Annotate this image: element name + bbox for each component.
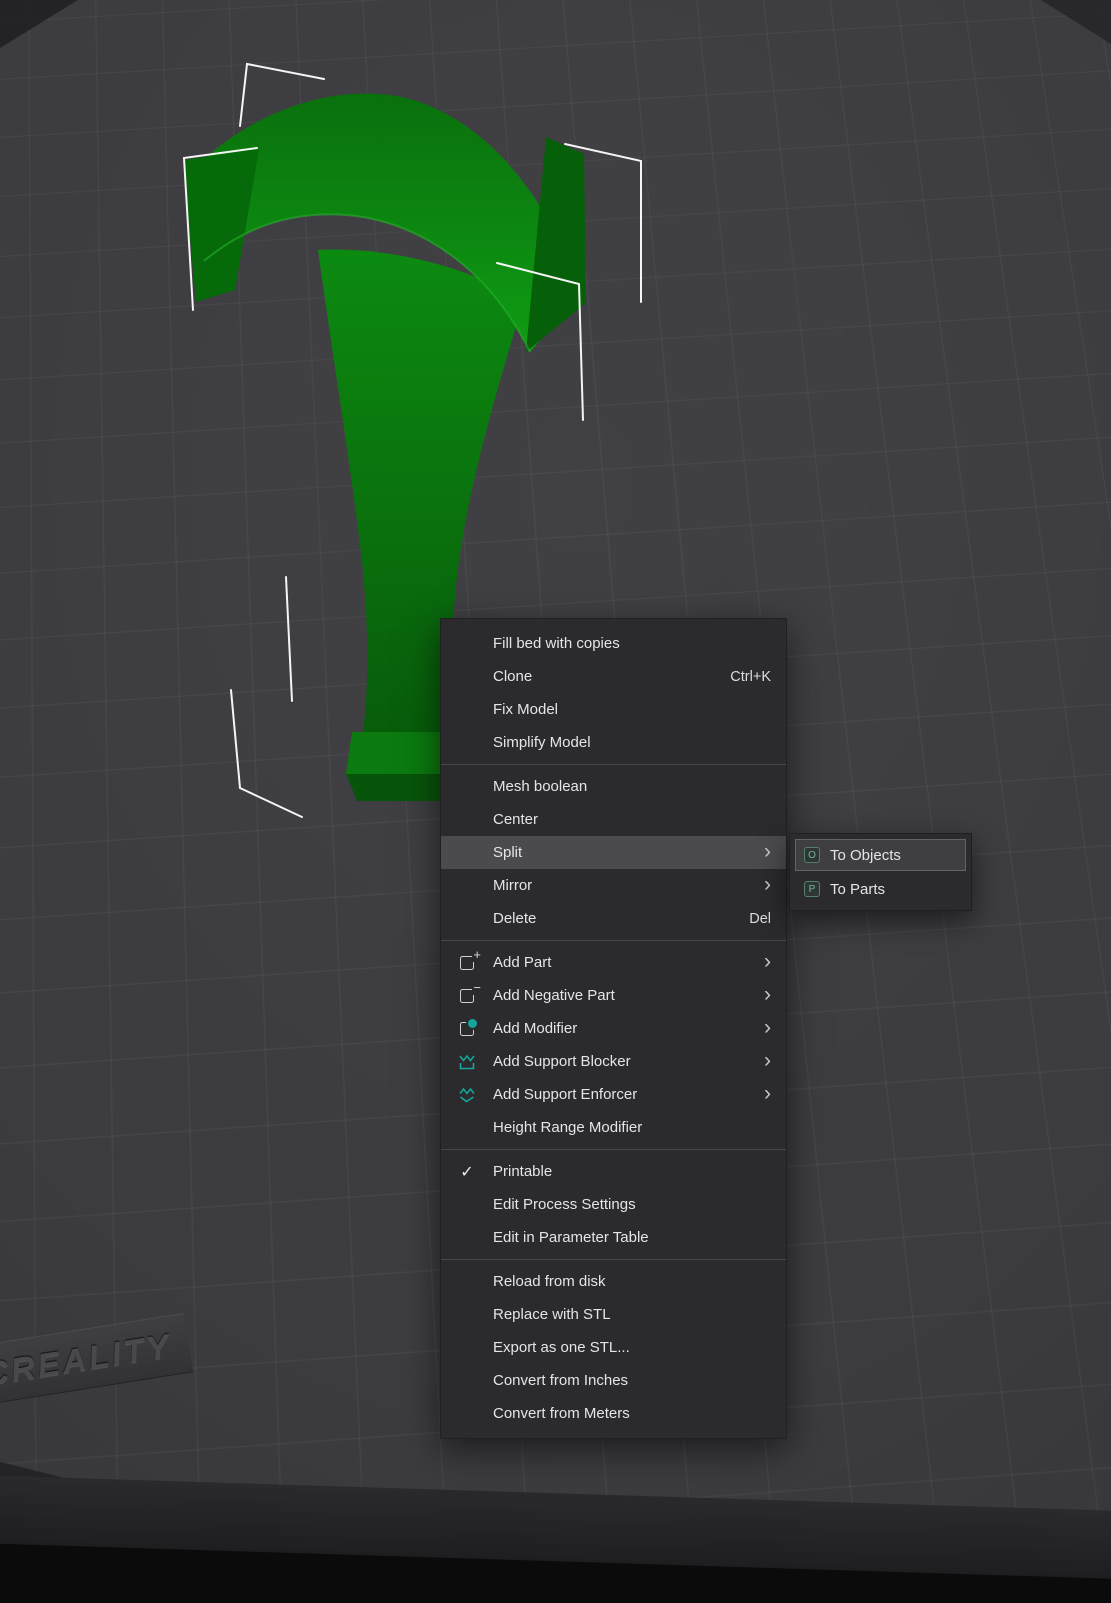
shortcut-label: Del [749,910,771,927]
printable-check-icon: ✓ [460,1163,474,1181]
menu-separator [441,1259,786,1260]
menu-item-export-as-one-stl[interactable]: Export as one STL... [441,1331,786,1364]
menu-item-to-objects[interactable]: O To Objects [795,839,966,871]
menu-item-convert-from-meters[interactable]: Convert from Meters [441,1397,786,1430]
menu-item-mirror[interactable]: Mirror › [441,869,786,902]
menu-item-printable[interactable]: ✓ Printable [441,1155,786,1188]
add-part-icon: + [453,946,481,979]
to-parts-icon: P [804,881,820,897]
add-modifier-icon [453,1012,481,1045]
menu-item-add-part[interactable]: + Add Part › [441,946,786,979]
menu-item-convert-from-inches[interactable]: Convert from Inches [441,1364,786,1397]
menu-item-split[interactable]: Split › [441,836,786,869]
shortcut-label: Ctrl+K [730,668,771,685]
submenu-arrow-icon: › [764,1016,771,1039]
menu-item-edit-process-settings[interactable]: Edit Process Settings [441,1188,786,1221]
context-menu: Fill bed with copies Clone Ctrl+K Fix Mo… [440,618,787,1439]
menu-item-add-support-blocker[interactable]: Add Support Blocker › [441,1045,786,1078]
add-negative-part-icon: − [453,979,481,1012]
submenu-arrow-icon: › [764,950,771,973]
submenu-arrow-icon: › [764,983,771,1006]
menu-item-add-support-enforcer[interactable]: Add Support Enforcer › [441,1078,786,1111]
submenu-arrow-icon: › [764,840,771,863]
menu-item-replace-with-stl[interactable]: Replace with STL [441,1298,786,1331]
menu-item-delete[interactable]: Delete Del [441,902,786,935]
add-support-blocker-icon [453,1045,481,1078]
menu-item-clone[interactable]: Clone Ctrl+K [441,660,786,693]
menu-item-fix-model[interactable]: Fix Model [441,693,786,726]
menu-item-to-parts[interactable]: P To Parts [795,873,966,905]
add-support-enforcer-icon [453,1078,481,1111]
menu-item-fill-bed-with-copies[interactable]: Fill bed with copies [441,627,786,660]
to-objects-icon: O [804,847,820,863]
menu-separator [441,1149,786,1150]
viewport-3d[interactable]: CREALITY Fill bed with copies Clone Ctrl… [0,0,1111,1603]
submenu-arrow-icon: › [764,873,771,896]
menu-item-add-negative-part[interactable]: − Add Negative Part › [441,979,786,1012]
menu-item-height-range-modifier[interactable]: Height Range Modifier [441,1111,786,1144]
split-submenu: O To Objects P To Parts [789,833,972,911]
menu-item-mesh-boolean[interactable]: Mesh boolean [441,770,786,803]
submenu-arrow-icon: › [764,1082,771,1105]
submenu-arrow-icon: › [764,1049,771,1072]
menu-item-reload-from-disk[interactable]: Reload from disk [441,1265,786,1298]
menu-separator [441,940,786,941]
menu-item-add-modifier[interactable]: Add Modifier › [441,1012,786,1045]
menu-item-center[interactable]: Center [441,803,786,836]
menu-item-simplify-model[interactable]: Simplify Model [441,726,786,759]
menu-separator [441,764,786,765]
menu-item-edit-in-parameter-table[interactable]: Edit in Parameter Table [441,1221,786,1254]
